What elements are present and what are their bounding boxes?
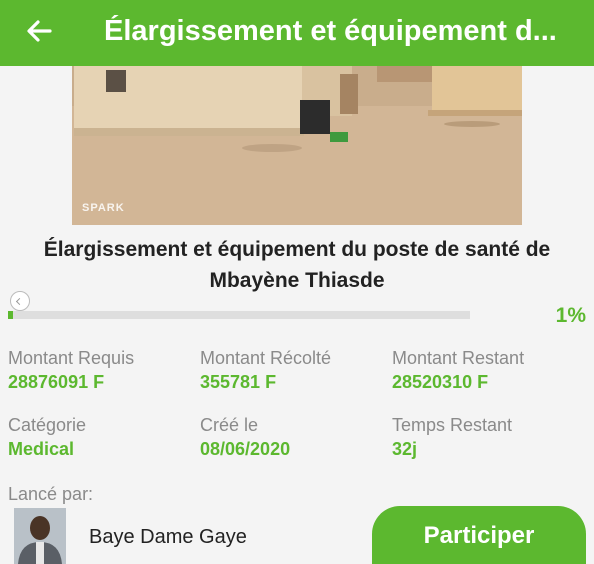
- stat-value: 08/06/2020: [200, 439, 291, 459]
- stat-label: Montant Requis: [8, 348, 135, 368]
- author-name[interactable]: Baye Dame Gaye: [89, 526, 247, 549]
- stat-value: 28876091 F: [8, 372, 105, 392]
- stat-value: 28520310 F: [392, 372, 489, 392]
- app-bar: Élargissement et équipement d...: [0, 0, 594, 66]
- progress-percent: 1%: [555, 304, 586, 327]
- chevron-left-icon[interactable]: [10, 291, 30, 311]
- stat-label: Montant Récolté: [200, 348, 332, 368]
- stat-collected: Montant Récolté 355781 F: [200, 348, 331, 393]
- project-title: Élargissement et équipement du poste de …: [43, 238, 551, 292]
- page-title: Élargissement et équipement d...: [104, 15, 557, 47]
- arrow-left-icon[interactable]: [22, 14, 56, 48]
- stat-label: Montant Restant: [392, 348, 525, 368]
- stat-required: Montant Requis 28876091 F: [8, 348, 134, 393]
- photo-watermark: SPARK: [82, 202, 125, 214]
- stat-value: 32j: [392, 439, 418, 459]
- stat-value: 355781 F: [200, 372, 277, 392]
- launched-by-label: Lancé par:: [8, 484, 94, 504]
- stat-time-left: Temps Restant 32j: [392, 415, 512, 460]
- project-photo[interactable]: SPARK: [72, 66, 522, 225]
- progress-fill: [8, 311, 13, 319]
- stat-remaining: Montant Restant 28520310 F: [392, 348, 524, 393]
- avatar: [14, 508, 66, 564]
- participate-button[interactable]: Participer: [372, 506, 586, 564]
- stat-label: Temps Restant: [392, 415, 513, 435]
- stat-label: Catégorie: [8, 415, 87, 435]
- stat-label: Créé le: [200, 415, 259, 435]
- stat-value: Medical: [8, 439, 75, 459]
- stat-created: Créé le 08/06/2020: [200, 415, 290, 460]
- progress-bar: [8, 311, 470, 319]
- stat-category: Catégorie Medical: [8, 415, 86, 460]
